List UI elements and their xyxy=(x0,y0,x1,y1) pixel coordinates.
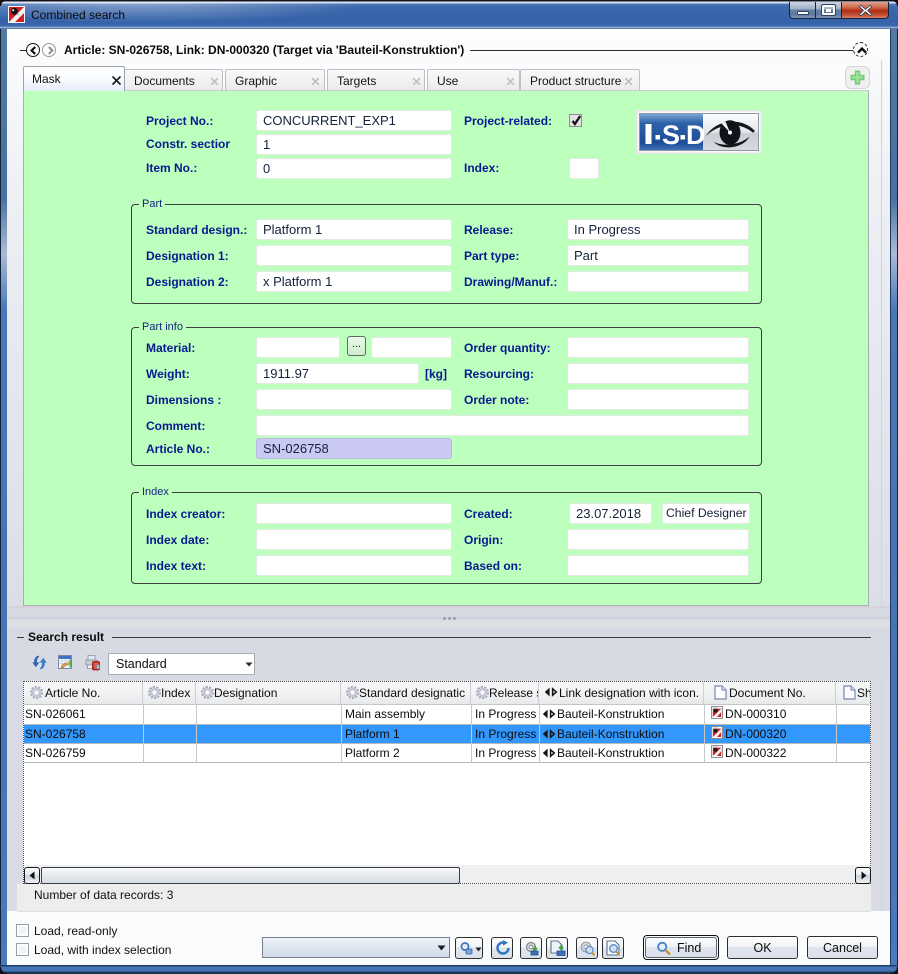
svg-text:D: D xyxy=(686,120,706,150)
svg-text:S: S xyxy=(662,120,680,150)
